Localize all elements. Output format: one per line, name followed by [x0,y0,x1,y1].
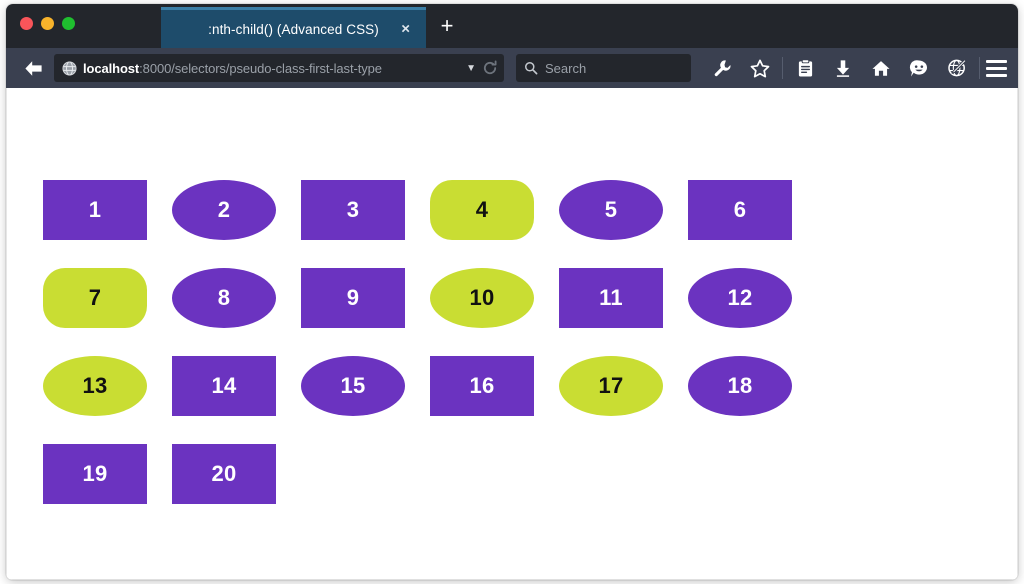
tab-close-icon[interactable]: × [401,22,410,37]
menu-bar-2 [986,66,1007,70]
box-item: 18 [688,356,792,416]
reader-list-icon[interactable] [786,53,824,83]
box-item: 3 [301,180,405,240]
tab-title: :nth-child() (Advanced CSS) [208,21,379,37]
box-item: 13 [43,356,147,416]
home-icon[interactable] [862,53,900,83]
tab-active[interactable]: :nth-child() (Advanced CSS) × [161,7,426,48]
url-text: localhost:8000/selectors/pseudo-class-fi… [83,61,460,76]
chevron-down-icon[interactable]: ▼ [466,63,476,74]
box-item: 11 [559,268,663,328]
globe-icon [62,60,77,76]
box-item: 20 [172,444,276,504]
box-item: 15 [301,356,405,416]
box-item: 16 [430,356,534,416]
search-input[interactable]: Search [545,61,586,76]
window-controls [20,17,75,30]
browser-window: :nth-child() (Advanced CSS) × + localhos… [6,4,1018,580]
url-path: :8000/selectors/pseudo-class-first-last-… [139,60,382,76]
box-item: 1 [43,180,147,240]
menu-bar-1 [986,59,1007,63]
minimize-window-button[interactable] [41,17,54,30]
box-item: 8 [172,268,276,328]
search-bar[interactable]: Search [516,54,691,82]
titlebar: :nth-child() (Advanced CSS) × + [6,4,1018,48]
menu-bar-3 [986,73,1007,77]
download-icon[interactable] [824,53,862,83]
globe-pencil-icon[interactable] [938,53,976,83]
box-item: 6 [688,180,792,240]
box-item: 7 [43,268,147,328]
star-icon[interactable] [741,53,779,83]
reload-icon[interactable] [482,60,498,76]
box-item: 4 [430,180,534,240]
box-item: 9 [301,268,405,328]
box-item: 19 [43,444,147,504]
toolbar-separator [979,57,980,79]
box-item: 12 [688,268,792,328]
box-item: 2 [172,180,276,240]
toolbar-separator [782,57,783,79]
url-host: localhost [83,60,140,76]
box-item: 5 [559,180,663,240]
navigation-toolbar: localhost:8000/selectors/pseudo-class-fi… [6,48,1018,88]
page-content: 1 2 3 4 5 6 7 8 9 10 11 12 13 14 15 16 17 18 19 20 [6,88,1018,580]
url-bar[interactable]: localhost:8000/selectors/pseudo-class-fi… [54,54,504,82]
close-window-button[interactable] [20,17,33,30]
maximize-window-button[interactable] [62,17,75,30]
search-icon [525,62,538,75]
new-tab-button[interactable]: + [434,14,460,40]
box-item: 14 [172,356,276,416]
hamburger-menu-icon[interactable] [983,53,1010,83]
box-item: 10 [430,268,534,328]
back-button[interactable] [16,53,50,83]
box-item: 17 [559,356,663,416]
wrench-icon[interactable] [703,53,741,83]
toolbar-icon-group [703,53,983,83]
smiley-feedback-icon[interactable] [900,53,938,83]
box-grid: 1 2 3 4 5 6 7 8 9 10 11 12 13 14 15 16 17 18 19 20 [43,180,943,532]
